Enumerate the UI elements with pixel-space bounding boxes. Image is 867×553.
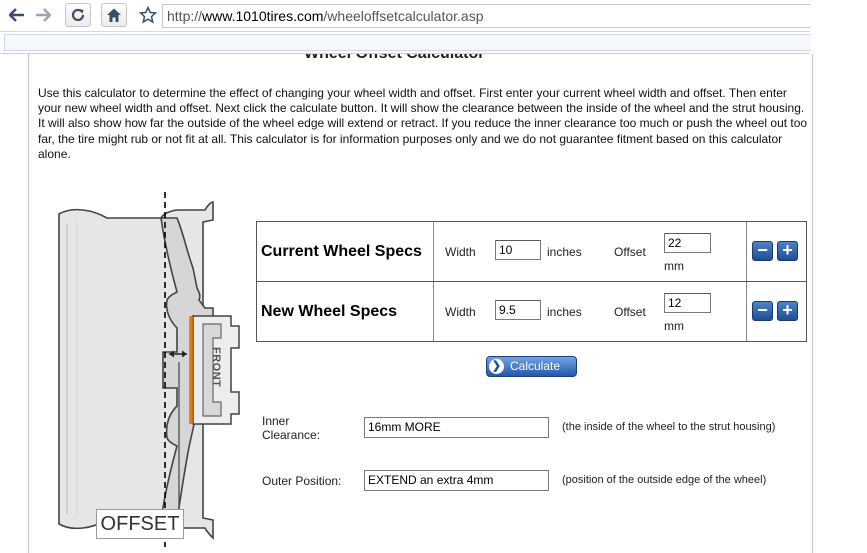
front-label: FRONT — [210, 347, 222, 388]
intro-text: Use this calculator to determine the eff… — [38, 86, 808, 161]
current-width-label: Width — [445, 245, 476, 259]
bookmarks-bar — [0, 32, 810, 54]
current-adjust-buttons: − + — [747, 222, 806, 281]
outer-position-label: Outer Position: — [262, 474, 342, 488]
new-increase-button[interactable]: + — [777, 301, 798, 321]
current-offset-label: Offset — [614, 245, 646, 259]
bookmarks-bar-strip — [4, 34, 810, 51]
current-width-unit: inches — [547, 245, 582, 259]
inner-clearance-note: (the inside of the wheel to the strut ho… — [562, 421, 776, 433]
current-offset-input[interactable]: 22 — [664, 233, 711, 253]
reload-button[interactable] — [65, 3, 91, 27]
inner-clearance-label: Inner Clearance: — [262, 414, 321, 442]
new-wheel-inputs: Width 9.5 inches Offset 12 mm — [434, 282, 747, 341]
offset-label: OFFSET — [96, 509, 184, 539]
current-increase-button[interactable]: + — [777, 241, 798, 261]
new-width-unit: inches — [547, 305, 582, 319]
address-bar[interactable]: http://www.1010tires.com/wheeloffsetcalc… — [162, 4, 810, 28]
current-width-input[interactable]: 10 — [495, 240, 541, 260]
current-offset-unit: mm — [664, 259, 684, 273]
calculate-label: Calculate — [510, 359, 561, 373]
current-wheel-title: Current Wheel Specs — [257, 222, 434, 281]
new-decrease-button[interactable]: − — [752, 301, 773, 321]
browser-toolbar: http://www.1010tires.com/wheeloffsetcalc… — [0, 0, 810, 32]
reload-icon — [71, 8, 85, 22]
arrow-left-icon — [9, 8, 24, 22]
new-wheel-title: New Wheel Specs — [257, 282, 434, 341]
current-decrease-button[interactable]: − — [752, 241, 773, 261]
new-width-label: Width — [445, 305, 476, 319]
inner-clearance-output: 16mm MORE — [364, 417, 549, 438]
new-offset-input[interactable]: 12 — [664, 293, 711, 313]
calculate-button[interactable]: ❯ Calculate — [486, 356, 577, 377]
new-wheel-row: New Wheel Specs Width 9.5 inches Offset … — [257, 282, 806, 341]
url-path: /wheeloffsetcalculator.asp — [323, 8, 484, 24]
chevron-right-icon: ❯ — [489, 359, 504, 374]
home-button[interactable] — [101, 3, 127, 27]
url-host: www.1010tires.com — [202, 8, 324, 24]
url-scheme: http:// — [167, 8, 203, 24]
wheel-specs-table: Current Wheel Specs Width 10 inches Offs… — [256, 221, 807, 342]
new-width-input[interactable]: 9.5 — [495, 300, 541, 320]
bookmark-star-button[interactable] — [137, 4, 159, 26]
outer-position-note: (position of the outside edge of the whe… — [562, 474, 767, 486]
new-offset-unit: mm — [664, 319, 684, 333]
forward-button[interactable] — [32, 4, 54, 26]
home-icon — [107, 8, 121, 22]
current-wheel-inputs: Width 10 inches Offset 22 mm — [434, 222, 747, 281]
arrow-right-icon — [36, 8, 51, 22]
new-adjust-buttons: − + — [747, 282, 806, 341]
current-wheel-row: Current Wheel Specs Width 10 inches Offs… — [257, 222, 806, 282]
page-title: Wheel Offset Calculator — [304, 54, 484, 63]
outer-position-output: EXTEND an extra 4mm — [364, 470, 549, 491]
new-offset-label: Offset — [614, 305, 646, 319]
back-button[interactable] — [6, 4, 28, 26]
star-icon — [139, 6, 157, 24]
page-content: Wheel Offset Calculator Use this calcula… — [28, 54, 813, 553]
